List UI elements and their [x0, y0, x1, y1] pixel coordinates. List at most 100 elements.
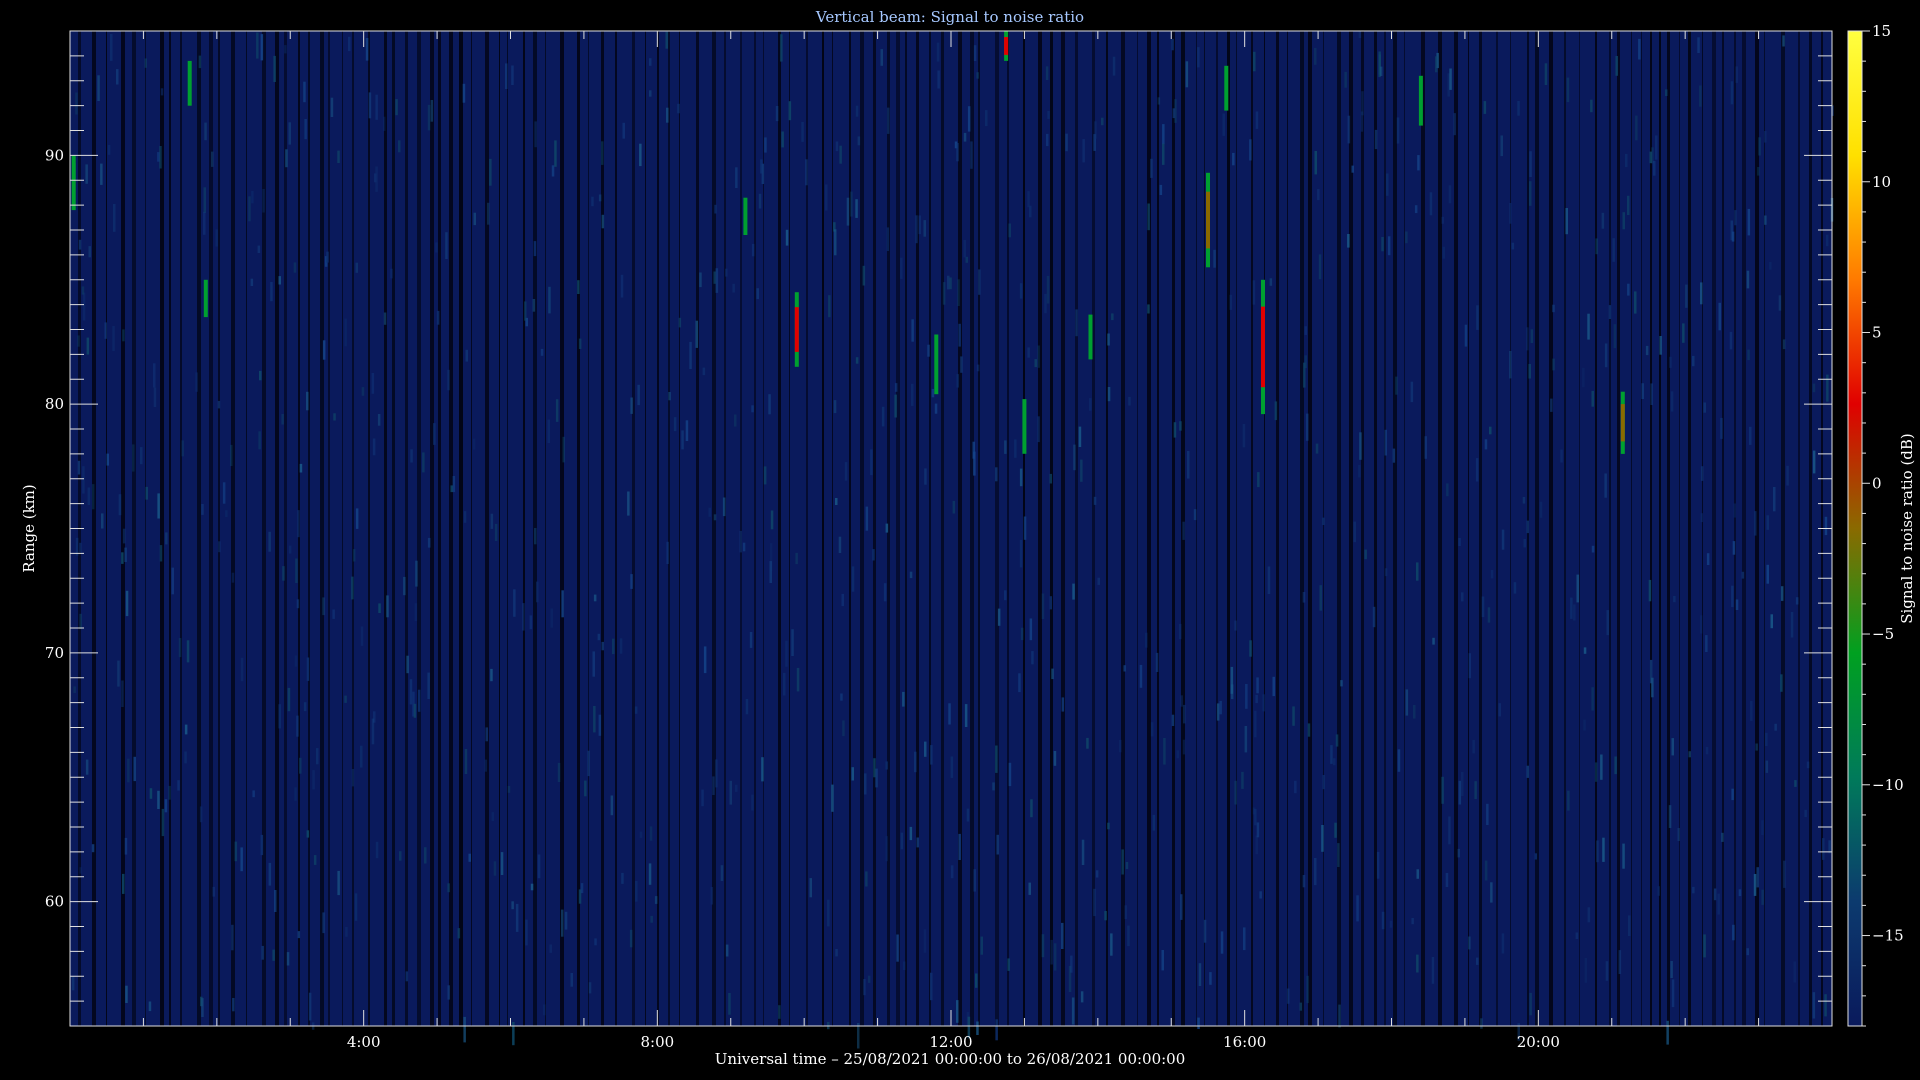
noise-speck	[1286, 988, 1290, 1004]
noise-speck	[306, 391, 309, 411]
noise-speck	[1782, 339, 1786, 350]
noise-speck	[1107, 333, 1110, 346]
noise-speck	[1004, 440, 1007, 454]
noise-speck	[1790, 612, 1794, 638]
noise-speck	[770, 510, 774, 530]
noise-speck	[1682, 323, 1685, 343]
noise-speck	[161, 808, 165, 837]
x-tick-label: 20:00	[1517, 1033, 1560, 1051]
noise-speck	[1641, 383, 1644, 399]
noise-speck	[1110, 933, 1113, 956]
noise-speck	[184, 751, 187, 764]
noise-speck	[1615, 56, 1618, 76]
noise-speck	[1754, 511, 1757, 536]
noise-speck	[1065, 133, 1068, 152]
noise-speck	[749, 632, 753, 648]
gap-stripe	[169, 31, 171, 1026]
gap-stripe	[405, 31, 408, 1026]
noise-speck	[493, 861, 497, 876]
noise-speck	[1358, 464, 1361, 478]
noise-speck	[240, 657, 244, 682]
noise-speck	[931, 388, 935, 398]
noise-speck	[1307, 723, 1311, 737]
noise-speck	[1381, 911, 1385, 930]
noise-speck	[215, 229, 218, 247]
noise-speck	[1255, 694, 1258, 704]
noise-speck	[909, 571, 913, 579]
gap-stripe	[778, 31, 781, 1026]
gap-stripe	[1479, 31, 1482, 1026]
noise-speck	[1315, 443, 1319, 454]
noise-speck	[354, 893, 358, 921]
noise-speck	[1050, 939, 1053, 965]
noise-speck	[1601, 212, 1605, 229]
noise-speck	[326, 251, 329, 263]
noise-speck	[1359, 432, 1362, 460]
noise-speck	[368, 92, 372, 119]
noise-speck	[668, 392, 671, 401]
noise-speck	[294, 787, 297, 801]
noise-speck	[274, 890, 277, 912]
noise-speck	[1441, 776, 1444, 804]
noise-speck	[1812, 383, 1816, 393]
noise-speck	[735, 784, 738, 792]
noise-speck	[685, 420, 689, 441]
gap-stripe	[696, 31, 699, 1026]
noise-speck	[1303, 362, 1306, 388]
gap-stripe	[1404, 31, 1405, 1026]
gap-stripe	[1276, 31, 1279, 1026]
noise-speck	[1358, 31, 1362, 38]
noise-speck	[540, 348, 544, 356]
gap-stripe	[1454, 31, 1458, 1026]
noise-speck	[927, 344, 930, 357]
noise-speck	[1668, 805, 1672, 828]
noise-speck	[791, 629, 794, 656]
noise-speck	[1706, 553, 1710, 565]
noise-speck	[1747, 349, 1750, 361]
noise-speck	[681, 430, 684, 450]
noise-speck	[371, 373, 375, 394]
noise-speck	[1294, 780, 1297, 794]
noise-speck	[1703, 934, 1706, 958]
noise-speck	[1037, 345, 1040, 368]
noise-speck	[1769, 261, 1772, 270]
noise-speck	[1622, 212, 1625, 230]
noise-speck	[975, 973, 978, 988]
noise-speck	[110, 34, 113, 61]
noise-speck	[570, 973, 573, 987]
noise-speck	[1080, 459, 1083, 482]
noise-speck	[1720, 417, 1723, 439]
noise-speck	[1501, 933, 1505, 954]
noise-speck	[490, 668, 493, 682]
noise-speck	[1182, 739, 1186, 755]
noise-speck	[1614, 756, 1617, 775]
noise-speck	[1778, 295, 1782, 311]
noise-speck	[1322, 775, 1325, 790]
noise-speck	[1416, 562, 1419, 581]
noise-speck	[863, 979, 866, 996]
noise-speck	[1405, 231, 1408, 244]
gap-stripe	[916, 31, 919, 1026]
noise-speck	[970, 141, 973, 169]
noise-speck	[1321, 825, 1324, 852]
noise-speck	[1529, 151, 1532, 177]
noise-speck	[1046, 275, 1050, 304]
noise-speck	[1020, 627, 1024, 641]
noise-speck	[1347, 234, 1350, 248]
noise-speck	[1150, 158, 1153, 178]
noise-speck	[355, 262, 358, 273]
echo-core	[1206, 191, 1210, 249]
noise-speck	[1125, 862, 1129, 870]
noise-speck	[1484, 860, 1488, 881]
noise-speck	[629, 929, 633, 948]
noise-speck	[923, 220, 926, 237]
noise-speck	[351, 769, 355, 787]
noise-speck	[562, 436, 565, 463]
gap-stripe	[1251, 31, 1253, 1026]
noise-speck	[598, 194, 602, 202]
noise-speck	[1828, 840, 1831, 854]
noise-speck	[313, 855, 317, 865]
noise-speck	[1780, 674, 1783, 692]
noise-speck	[1591, 390, 1594, 407]
noise-speck	[1475, 458, 1479, 482]
